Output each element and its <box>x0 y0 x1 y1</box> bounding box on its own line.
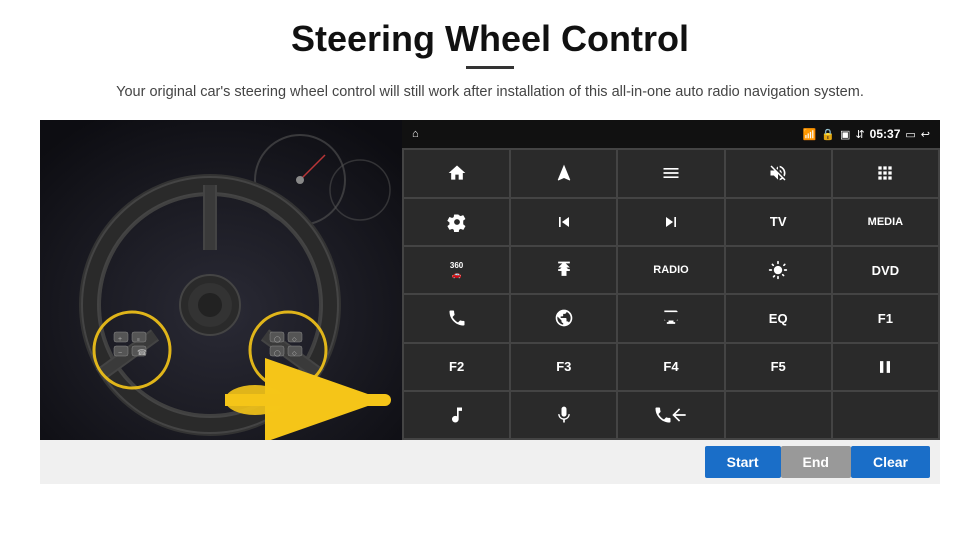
phone-btn[interactable] <box>404 295 509 341</box>
mute-btn[interactable] <box>726 150 831 196</box>
radio-btn[interactable]: RADIO <box>618 247 723 293</box>
status-center: 📶 🔒 ▣ ⇵ 05:37 ▭ ↩ <box>803 127 930 141</box>
screen-mirror-btn[interactable] <box>618 295 723 341</box>
next-btn[interactable] <box>618 199 723 245</box>
title-divider <box>466 66 514 69</box>
menu-btn[interactable] <box>618 150 723 196</box>
svg-text:+: + <box>118 336 122 343</box>
wifi-icon: 📶 <box>803 128 817 141</box>
content-area: + ≡ − ☎ ◯ ◇ ◯ ◇ <box>40 120 940 440</box>
brightness-btn[interactable] <box>726 247 831 293</box>
f2-btn[interactable]: F2 <box>404 344 509 390</box>
status-time: 05:37 <box>870 127 901 141</box>
status-bar: ⌂ 📶 🔒 ▣ ⇵ 05:37 ▭ ↩ <box>402 120 940 148</box>
navigate-btn[interactable] <box>511 150 616 196</box>
page-title: Steering Wheel Control <box>291 18 689 60</box>
mic-btn[interactable] <box>511 392 616 438</box>
clear-button[interactable]: Clear <box>851 446 930 478</box>
end-button[interactable]: End <box>781 446 851 478</box>
sd-icon: ▣ <box>840 128 850 141</box>
play-pause-btn[interactable] <box>833 344 938 390</box>
back-icon: ↩ <box>921 128 930 141</box>
page-wrapper: Steering Wheel Control Your original car… <box>0 0 980 544</box>
music-btn[interactable] <box>404 392 509 438</box>
apps-btn[interactable] <box>833 150 938 196</box>
f3-btn[interactable]: F3 <box>511 344 616 390</box>
steering-wheel-image: + ≡ − ☎ ◯ ◇ ◯ ◇ <box>40 120 402 440</box>
svg-text:≡: ≡ <box>137 337 140 343</box>
home-status-icon: ⌂ <box>412 128 419 140</box>
empty-btn-2[interactable] <box>833 392 938 438</box>
status-left: ⌂ <box>412 128 419 140</box>
empty-btn-1[interactable] <box>726 392 831 438</box>
svg-text:−: − <box>118 350 122 357</box>
prev-btn[interactable] <box>511 199 616 245</box>
start-button[interactable]: Start <box>705 446 781 478</box>
page-subtitle: Your original car's steering wheel contr… <box>116 81 864 104</box>
eject-btn[interactable] <box>511 247 616 293</box>
360cam-btn[interactable]: 360🚗 <box>404 247 509 293</box>
f1-btn[interactable]: F1 <box>833 295 938 341</box>
settings-btn[interactable] <box>404 199 509 245</box>
screen-icon: ▭ <box>905 128 915 141</box>
eq-btn[interactable]: EQ <box>726 295 831 341</box>
swirl-btn[interactable] <box>511 295 616 341</box>
bt-icon: ⇵ <box>855 128 864 141</box>
lock-icon: 🔒 <box>821 128 835 141</box>
android-panel: ⌂ 📶 🔒 ▣ ⇵ 05:37 ▭ ↩ <box>402 120 940 440</box>
f5-btn[interactable]: F5 <box>726 344 831 390</box>
svg-text:◯: ◯ <box>274 336 281 343</box>
button-grid: TV MEDIA 360🚗 RADIO DVD <box>402 148 940 440</box>
svg-text:☎: ☎ <box>137 348 147 357</box>
svg-text:◇: ◇ <box>292 351 297 357</box>
bottom-action-bar: Start End Clear <box>40 440 940 484</box>
tv-btn[interactable]: TV <box>726 199 831 245</box>
svg-text:◇: ◇ <box>292 337 297 343</box>
dvd-btn[interactable]: DVD <box>833 247 938 293</box>
svg-text:◯: ◯ <box>274 350 281 357</box>
phone-answer-btn[interactable] <box>618 392 723 438</box>
media-btn[interactable]: MEDIA <box>833 199 938 245</box>
home-btn[interactable] <box>404 150 509 196</box>
f4-btn[interactable]: F4 <box>618 344 723 390</box>
